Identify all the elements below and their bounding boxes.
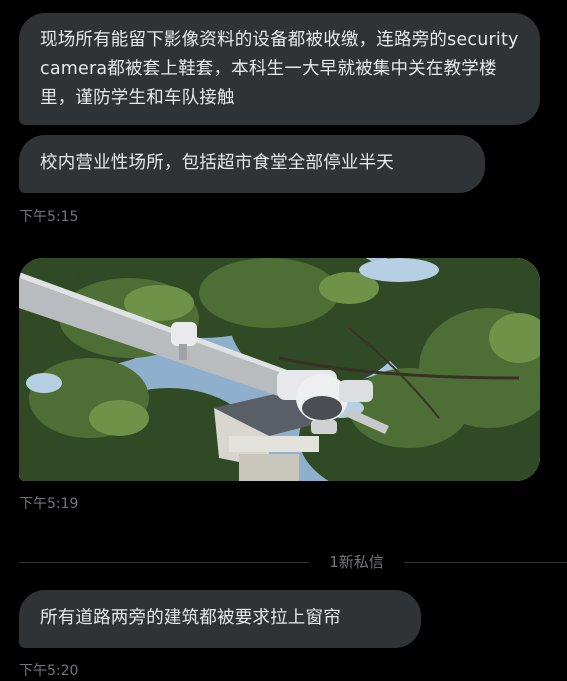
- message-timestamp: 下午5:15: [19, 209, 79, 225]
- new-messages-divider-label: 1新私信: [329, 553, 384, 571]
- divider-line: [19, 562, 309, 563]
- message-timestamp: 下午5:20: [19, 663, 79, 679]
- message-timestamp: 下午5:19: [19, 496, 79, 512]
- message-bubble[interactable]: 现场所有能留下影像资料的设备都被收缴，连路旁的security camera都被…: [19, 13, 540, 125]
- message-bubble[interactable]: 所有道路两旁的建筑都被要求拉上窗帘: [19, 590, 421, 648]
- message-bubble[interactable]: 校内营业性场所，包括超市食堂全部停业半天: [19, 135, 485, 193]
- message-photo[interactable]: [19, 258, 540, 481]
- camera-on-pole-photo: [19, 258, 540, 481]
- divider-line: [404, 562, 567, 563]
